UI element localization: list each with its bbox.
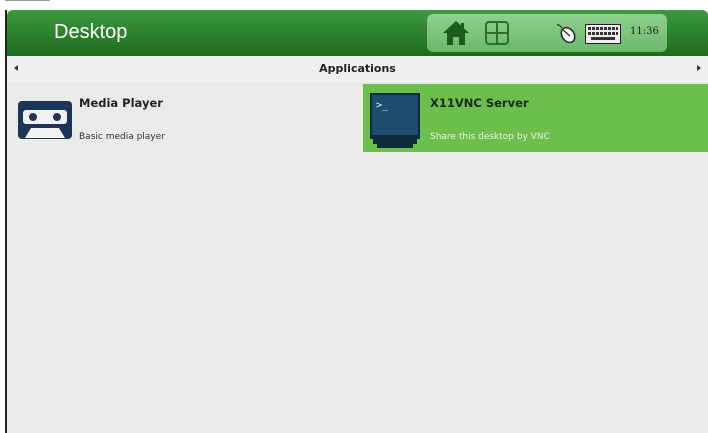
window-title: Desktop: [54, 21, 128, 43]
svg-text:>_: >_: [376, 100, 389, 111]
app-item-media-player[interactable]: Media Player Basic media player: [7, 84, 352, 152]
section-header: Applications: [7, 56, 708, 82]
desktop-window: Desktop 11:36 Applications Media Player …: [5, 10, 708, 433]
home-icon[interactable]: [442, 20, 470, 46]
app-name: X11VNC Server: [430, 96, 529, 110]
terminal-monitor-icon: >_: [370, 93, 420, 148]
app-description: Share this desktop by VNC: [430, 132, 550, 142]
top-edge-line: [5, 0, 50, 1]
keyboard-icon[interactable]: [585, 24, 621, 44]
next-arrow-icon[interactable]: [697, 65, 701, 71]
app-description: Basic media player: [79, 132, 165, 142]
system-tray: 11:36: [427, 14, 667, 52]
app-name: Media Player: [79, 96, 163, 110]
mouse-icon[interactable]: [556, 22, 578, 44]
section-title: Applications: [319, 62, 396, 75]
cassette-icon: [18, 101, 72, 139]
app-item-x11vnc-server[interactable]: >_ X11VNC Server Share this desktop by V…: [363, 84, 708, 152]
windows-icon[interactable]: [484, 20, 510, 46]
clock: 11:36: [630, 26, 659, 37]
title-bar: Desktop 11:36: [7, 10, 708, 56]
